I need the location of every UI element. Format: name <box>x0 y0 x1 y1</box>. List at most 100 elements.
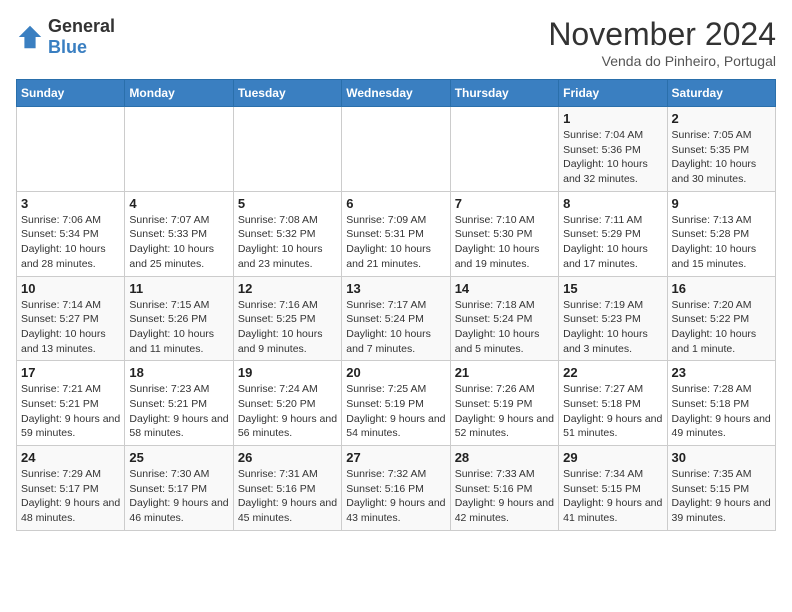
calendar-cell: 20 Sunrise: 7:25 AMSunset: 5:19 PMDayligh… <box>342 361 450 446</box>
logo-blue-text: Blue <box>48 37 87 57</box>
header-cell-thursday: Thursday <box>450 80 558 107</box>
day-info: Sunrise: 7:24 AMSunset: 5:20 PMDaylight:… <box>238 382 337 441</box>
calendar-week-5: 24Sunrise: 7:29 AMSunset: 5:17 PMDayligh… <box>17 446 776 531</box>
day-number: 14 <box>455 281 554 296</box>
calendar-cell <box>342 107 450 192</box>
calendar-week-4: 17 Sunrise: 7:21 AMSunset: 5:21 PMDayligh… <box>17 361 776 446</box>
header-cell-sunday: Sunday <box>17 80 125 107</box>
day-info: Sunrise: 7:15 AMSunset: 5:26 PMDaylight:… <box>129 298 228 357</box>
header-row: SundayMondayTuesdayWednesdayThursdayFrid… <box>17 80 776 107</box>
day-number: 17 <box>21 365 120 380</box>
day-number: 1 <box>563 111 662 126</box>
day-info: Sunrise: 7:26 AMSunset: 5:19 PMDaylight:… <box>455 382 554 441</box>
calendar-cell: 30Sunrise: 7:35 AMSunset: 5:15 PMDayligh… <box>667 446 775 531</box>
calendar-cell: 17 Sunrise: 7:21 AMSunset: 5:21 PMDayligh… <box>17 361 125 446</box>
day-number: 18 <box>129 365 228 380</box>
day-number: 5 <box>238 196 337 211</box>
header-cell-saturday: Saturday <box>667 80 775 107</box>
calendar-cell: 12 Sunrise: 7:16 AMSunset: 5:25 PMDayligh… <box>233 276 341 361</box>
calendar-cell: 8 Sunrise: 7:11 AMSunset: 5:29 PMDaylight… <box>559 191 667 276</box>
day-info: Sunrise: 7:33 AMSunset: 5:16 PMDaylight:… <box>455 467 554 526</box>
logo: General Blue <box>16 16 115 58</box>
day-number: 2 <box>672 111 771 126</box>
day-number: 25 <box>129 450 228 465</box>
day-number: 16 <box>672 281 771 296</box>
calendar-cell <box>17 107 125 192</box>
day-info: Sunrise: 7:32 AMSunset: 5:16 PMDaylight:… <box>346 467 445 526</box>
day-info: Sunrise: 7:11 AMSunset: 5:29 PMDaylight:… <box>563 213 662 272</box>
calendar-cell: 6 Sunrise: 7:09 AMSunset: 5:31 PMDaylight… <box>342 191 450 276</box>
day-number: 24 <box>21 450 120 465</box>
calendar-cell <box>233 107 341 192</box>
day-info: Sunrise: 7:16 AMSunset: 5:25 PMDaylight:… <box>238 298 337 357</box>
day-info: Sunrise: 7:06 AMSunset: 5:34 PMDaylight:… <box>21 213 120 272</box>
calendar-week-3: 10Sunrise: 7:14 AMSunset: 5:27 PMDayligh… <box>17 276 776 361</box>
header-cell-tuesday: Tuesday <box>233 80 341 107</box>
calendar-cell: 2 Sunrise: 7:05 AMSunset: 5:35 PMDaylight… <box>667 107 775 192</box>
day-info: Sunrise: 7:27 AMSunset: 5:18 PMDaylight:… <box>563 382 662 441</box>
day-number: 30 <box>672 450 771 465</box>
day-number: 15 <box>563 281 662 296</box>
calendar-cell: 4Sunrise: 7:07 AMSunset: 5:33 PMDaylight… <box>125 191 233 276</box>
day-number: 19 <box>238 365 337 380</box>
calendar-cell: 14 Sunrise: 7:18 AMSunset: 5:24 PMDayligh… <box>450 276 558 361</box>
day-info: Sunrise: 7:23 AMSunset: 5:21 PMDaylight:… <box>129 382 228 441</box>
day-info: Sunrise: 7:18 AMSunset: 5:24 PMDaylight:… <box>455 298 554 357</box>
day-number: 28 <box>455 450 554 465</box>
calendar-body: 1 Sunrise: 7:04 AMSunset: 5:36 PMDaylight… <box>17 107 776 531</box>
header-cell-monday: Monday <box>125 80 233 107</box>
day-number: 27 <box>346 450 445 465</box>
day-info: Sunrise: 7:05 AMSunset: 5:35 PMDaylight:… <box>672 128 771 187</box>
day-number: 12 <box>238 281 337 296</box>
calendar-table: SundayMondayTuesdayWednesdayThursdayFrid… <box>16 79 776 531</box>
calendar-cell: 16 Sunrise: 7:20 AMSunset: 5:22 PMDayligh… <box>667 276 775 361</box>
calendar-cell: 13 Sunrise: 7:17 AMSunset: 5:24 PMDayligh… <box>342 276 450 361</box>
day-info: Sunrise: 7:10 AMSunset: 5:30 PMDaylight:… <box>455 213 554 272</box>
day-number: 8 <box>563 196 662 211</box>
calendar-cell: 18 Sunrise: 7:23 AMSunset: 5:21 PMDayligh… <box>125 361 233 446</box>
day-number: 22 <box>563 365 662 380</box>
day-number: 6 <box>346 196 445 211</box>
header-cell-wednesday: Wednesday <box>342 80 450 107</box>
day-number: 23 <box>672 365 771 380</box>
calendar-cell: 1 Sunrise: 7:04 AMSunset: 5:36 PMDaylight… <box>559 107 667 192</box>
day-number: 20 <box>346 365 445 380</box>
day-info: Sunrise: 7:25 AMSunset: 5:19 PMDaylight:… <box>346 382 445 441</box>
calendar-cell: 23Sunrise: 7:28 AMSunset: 5:18 PMDayligh… <box>667 361 775 446</box>
calendar-cell: 15Sunrise: 7:19 AMSunset: 5:23 PMDayligh… <box>559 276 667 361</box>
day-number: 13 <box>346 281 445 296</box>
calendar-week-2: 3 Sunrise: 7:06 AMSunset: 5:34 PMDaylight… <box>17 191 776 276</box>
day-number: 29 <box>563 450 662 465</box>
calendar-cell: 21 Sunrise: 7:26 AMSunset: 5:19 PMDayligh… <box>450 361 558 446</box>
day-info: Sunrise: 7:09 AMSunset: 5:31 PMDaylight:… <box>346 213 445 272</box>
day-number: 9 <box>672 196 771 211</box>
calendar-cell: 11Sunrise: 7:15 AMSunset: 5:26 PMDayligh… <box>125 276 233 361</box>
day-info: Sunrise: 7:04 AMSunset: 5:36 PMDaylight:… <box>563 128 662 187</box>
calendar-cell: 28 Sunrise: 7:33 AMSunset: 5:16 PMDayligh… <box>450 446 558 531</box>
day-number: 7 <box>455 196 554 211</box>
day-info: Sunrise: 7:21 AMSunset: 5:21 PMDaylight:… <box>21 382 120 441</box>
calendar-cell: 24Sunrise: 7:29 AMSunset: 5:17 PMDayligh… <box>17 446 125 531</box>
calendar-cell: 5Sunrise: 7:08 AMSunset: 5:32 PMDaylight… <box>233 191 341 276</box>
calendar-cell: 10Sunrise: 7:14 AMSunset: 5:27 PMDayligh… <box>17 276 125 361</box>
calendar-cell <box>125 107 233 192</box>
calendar-cell <box>450 107 558 192</box>
calendar-week-1: 1 Sunrise: 7:04 AMSunset: 5:36 PMDaylight… <box>17 107 776 192</box>
calendar-cell: 7 Sunrise: 7:10 AMSunset: 5:30 PMDaylight… <box>450 191 558 276</box>
calendar-cell: 19 Sunrise: 7:24 AMSunset: 5:20 PMDayligh… <box>233 361 341 446</box>
day-number: 3 <box>21 196 120 211</box>
calendar-cell: 27 Sunrise: 7:32 AMSunset: 5:16 PMDayligh… <box>342 446 450 531</box>
day-info: Sunrise: 7:17 AMSunset: 5:24 PMDaylight:… <box>346 298 445 357</box>
day-number: 21 <box>455 365 554 380</box>
logo-icon <box>16 23 44 51</box>
location-subtitle: Venda do Pinheiro, Portugal <box>548 53 776 69</box>
calendar-cell: 3 Sunrise: 7:06 AMSunset: 5:34 PMDaylight… <box>17 191 125 276</box>
day-info: Sunrise: 7:34 AMSunset: 5:15 PMDaylight:… <box>563 467 662 526</box>
calendar-cell: 26Sunrise: 7:31 AMSunset: 5:16 PMDayligh… <box>233 446 341 531</box>
day-info: Sunrise: 7:20 AMSunset: 5:22 PMDaylight:… <box>672 298 771 357</box>
day-info: Sunrise: 7:30 AMSunset: 5:17 PMDaylight:… <box>129 467 228 526</box>
header-cell-friday: Friday <box>559 80 667 107</box>
day-number: 4 <box>129 196 228 211</box>
day-info: Sunrise: 7:14 AMSunset: 5:27 PMDaylight:… <box>21 298 120 357</box>
day-number: 26 <box>238 450 337 465</box>
